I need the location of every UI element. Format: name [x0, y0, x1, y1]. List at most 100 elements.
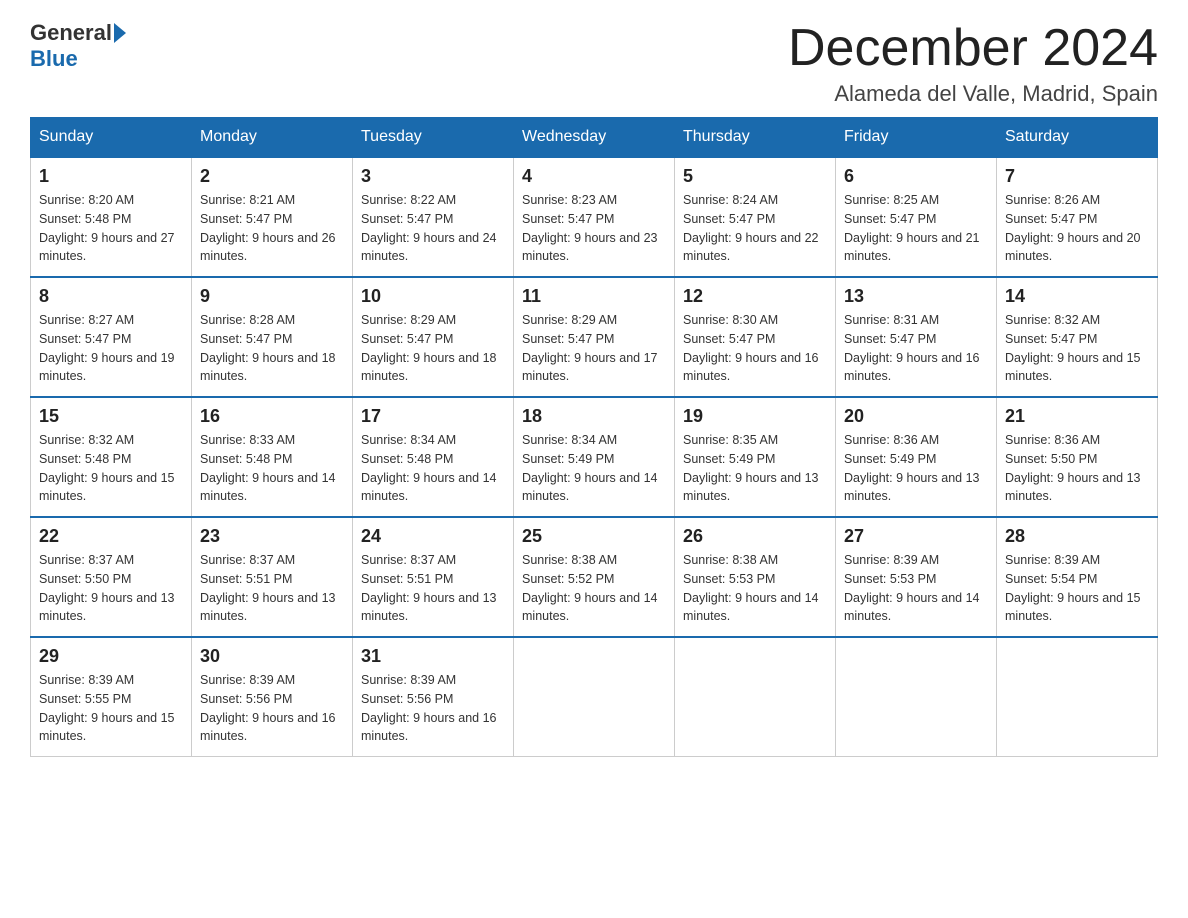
day-number: 10 — [361, 286, 505, 307]
day-info: Sunrise: 8:39 AM Sunset: 5:55 PM Dayligh… — [39, 671, 183, 746]
table-row: 16 Sunrise: 8:33 AM Sunset: 5:48 PM Dayl… — [192, 397, 353, 517]
title-area: December 2024 Alameda del Valle, Madrid,… — [788, 20, 1158, 107]
logo-general-text: General — [30, 20, 112, 46]
day-number: 31 — [361, 646, 505, 667]
day-info: Sunrise: 8:34 AM Sunset: 5:48 PM Dayligh… — [361, 431, 505, 506]
table-row — [675, 637, 836, 757]
day-number: 29 — [39, 646, 183, 667]
table-row: 27 Sunrise: 8:39 AM Sunset: 5:53 PM Dayl… — [836, 517, 997, 637]
day-number: 20 — [844, 406, 988, 427]
day-info: Sunrise: 8:20 AM Sunset: 5:48 PM Dayligh… — [39, 191, 183, 266]
day-number: 17 — [361, 406, 505, 427]
table-row: 19 Sunrise: 8:35 AM Sunset: 5:49 PM Dayl… — [675, 397, 836, 517]
table-row: 2 Sunrise: 8:21 AM Sunset: 5:47 PM Dayli… — [192, 157, 353, 277]
day-number: 21 — [1005, 406, 1149, 427]
day-number: 24 — [361, 526, 505, 547]
table-row — [997, 637, 1158, 757]
day-number: 27 — [844, 526, 988, 547]
day-info: Sunrise: 8:32 AM Sunset: 5:48 PM Dayligh… — [39, 431, 183, 506]
day-number: 25 — [522, 526, 666, 547]
calendar-week-2: 8 Sunrise: 8:27 AM Sunset: 5:47 PM Dayli… — [31, 277, 1158, 397]
day-info: Sunrise: 8:22 AM Sunset: 5:47 PM Dayligh… — [361, 191, 505, 266]
day-info: Sunrise: 8:39 AM Sunset: 5:56 PM Dayligh… — [200, 671, 344, 746]
day-info: Sunrise: 8:36 AM Sunset: 5:49 PM Dayligh… — [844, 431, 988, 506]
table-row: 31 Sunrise: 8:39 AM Sunset: 5:56 PM Dayl… — [353, 637, 514, 757]
table-row: 4 Sunrise: 8:23 AM Sunset: 5:47 PM Dayli… — [514, 157, 675, 277]
col-wednesday: Wednesday — [514, 118, 675, 158]
table-row — [514, 637, 675, 757]
table-row: 24 Sunrise: 8:37 AM Sunset: 5:51 PM Dayl… — [353, 517, 514, 637]
day-number: 23 — [200, 526, 344, 547]
day-number: 4 — [522, 166, 666, 187]
calendar-header-row: Sunday Monday Tuesday Wednesday Thursday… — [31, 118, 1158, 158]
table-row: 25 Sunrise: 8:38 AM Sunset: 5:52 PM Dayl… — [514, 517, 675, 637]
day-number: 12 — [683, 286, 827, 307]
col-saturday: Saturday — [997, 118, 1158, 158]
table-row: 15 Sunrise: 8:32 AM Sunset: 5:48 PM Dayl… — [31, 397, 192, 517]
table-row: 22 Sunrise: 8:37 AM Sunset: 5:50 PM Dayl… — [31, 517, 192, 637]
day-number: 2 — [200, 166, 344, 187]
table-row: 23 Sunrise: 8:37 AM Sunset: 5:51 PM Dayl… — [192, 517, 353, 637]
day-info: Sunrise: 8:23 AM Sunset: 5:47 PM Dayligh… — [522, 191, 666, 266]
col-tuesday: Tuesday — [353, 118, 514, 158]
table-row: 14 Sunrise: 8:32 AM Sunset: 5:47 PM Dayl… — [997, 277, 1158, 397]
table-row: 6 Sunrise: 8:25 AM Sunset: 5:47 PM Dayli… — [836, 157, 997, 277]
day-info: Sunrise: 8:21 AM Sunset: 5:47 PM Dayligh… — [200, 191, 344, 266]
table-row — [836, 637, 997, 757]
day-number: 11 — [522, 286, 666, 307]
col-friday: Friday — [836, 118, 997, 158]
day-info: Sunrise: 8:34 AM Sunset: 5:49 PM Dayligh… — [522, 431, 666, 506]
day-info: Sunrise: 8:39 AM Sunset: 5:54 PM Dayligh… — [1005, 551, 1149, 626]
day-info: Sunrise: 8:29 AM Sunset: 5:47 PM Dayligh… — [522, 311, 666, 386]
month-title: December 2024 — [788, 20, 1158, 77]
calendar-week-5: 29 Sunrise: 8:39 AM Sunset: 5:55 PM Dayl… — [31, 637, 1158, 757]
table-row: 3 Sunrise: 8:22 AM Sunset: 5:47 PM Dayli… — [353, 157, 514, 277]
day-number: 6 — [844, 166, 988, 187]
day-number: 18 — [522, 406, 666, 427]
day-number: 16 — [200, 406, 344, 427]
day-number: 28 — [1005, 526, 1149, 547]
table-row: 30 Sunrise: 8:39 AM Sunset: 5:56 PM Dayl… — [192, 637, 353, 757]
table-row: 10 Sunrise: 8:29 AM Sunset: 5:47 PM Dayl… — [353, 277, 514, 397]
day-info: Sunrise: 8:35 AM Sunset: 5:49 PM Dayligh… — [683, 431, 827, 506]
col-sunday: Sunday — [31, 118, 192, 158]
day-number: 7 — [1005, 166, 1149, 187]
day-info: Sunrise: 8:25 AM Sunset: 5:47 PM Dayligh… — [844, 191, 988, 266]
table-row: 28 Sunrise: 8:39 AM Sunset: 5:54 PM Dayl… — [997, 517, 1158, 637]
day-number: 26 — [683, 526, 827, 547]
day-info: Sunrise: 8:39 AM Sunset: 5:53 PM Dayligh… — [844, 551, 988, 626]
day-info: Sunrise: 8:37 AM Sunset: 5:51 PM Dayligh… — [361, 551, 505, 626]
col-thursday: Thursday — [675, 118, 836, 158]
day-number: 30 — [200, 646, 344, 667]
day-info: Sunrise: 8:38 AM Sunset: 5:52 PM Dayligh… — [522, 551, 666, 626]
table-row: 29 Sunrise: 8:39 AM Sunset: 5:55 PM Dayl… — [31, 637, 192, 757]
col-monday: Monday — [192, 118, 353, 158]
table-row: 12 Sunrise: 8:30 AM Sunset: 5:47 PM Dayl… — [675, 277, 836, 397]
day-info: Sunrise: 8:30 AM Sunset: 5:47 PM Dayligh… — [683, 311, 827, 386]
day-number: 1 — [39, 166, 183, 187]
day-info: Sunrise: 8:24 AM Sunset: 5:47 PM Dayligh… — [683, 191, 827, 266]
logo-blue-text: Blue — [30, 46, 78, 72]
table-row: 11 Sunrise: 8:29 AM Sunset: 5:47 PM Dayl… — [514, 277, 675, 397]
day-number: 5 — [683, 166, 827, 187]
day-info: Sunrise: 8:33 AM Sunset: 5:48 PM Dayligh… — [200, 431, 344, 506]
table-row: 21 Sunrise: 8:36 AM Sunset: 5:50 PM Dayl… — [997, 397, 1158, 517]
day-number: 9 — [200, 286, 344, 307]
day-info: Sunrise: 8:27 AM Sunset: 5:47 PM Dayligh… — [39, 311, 183, 386]
page-header: General Blue December 2024 Alameda del V… — [30, 20, 1158, 107]
table-row: 8 Sunrise: 8:27 AM Sunset: 5:47 PM Dayli… — [31, 277, 192, 397]
day-info: Sunrise: 8:39 AM Sunset: 5:56 PM Dayligh… — [361, 671, 505, 746]
day-info: Sunrise: 8:37 AM Sunset: 5:50 PM Dayligh… — [39, 551, 183, 626]
day-number: 14 — [1005, 286, 1149, 307]
day-info: Sunrise: 8:29 AM Sunset: 5:47 PM Dayligh… — [361, 311, 505, 386]
day-info: Sunrise: 8:37 AM Sunset: 5:51 PM Dayligh… — [200, 551, 344, 626]
table-row: 1 Sunrise: 8:20 AM Sunset: 5:48 PM Dayli… — [31, 157, 192, 277]
table-row: 20 Sunrise: 8:36 AM Sunset: 5:49 PM Dayl… — [836, 397, 997, 517]
day-info: Sunrise: 8:38 AM Sunset: 5:53 PM Dayligh… — [683, 551, 827, 626]
logo-arrow-icon — [114, 23, 126, 43]
day-number: 8 — [39, 286, 183, 307]
calendar-week-4: 22 Sunrise: 8:37 AM Sunset: 5:50 PM Dayl… — [31, 517, 1158, 637]
table-row: 26 Sunrise: 8:38 AM Sunset: 5:53 PM Dayl… — [675, 517, 836, 637]
location-subtitle: Alameda del Valle, Madrid, Spain — [788, 81, 1158, 107]
calendar-week-1: 1 Sunrise: 8:20 AM Sunset: 5:48 PM Dayli… — [31, 157, 1158, 277]
